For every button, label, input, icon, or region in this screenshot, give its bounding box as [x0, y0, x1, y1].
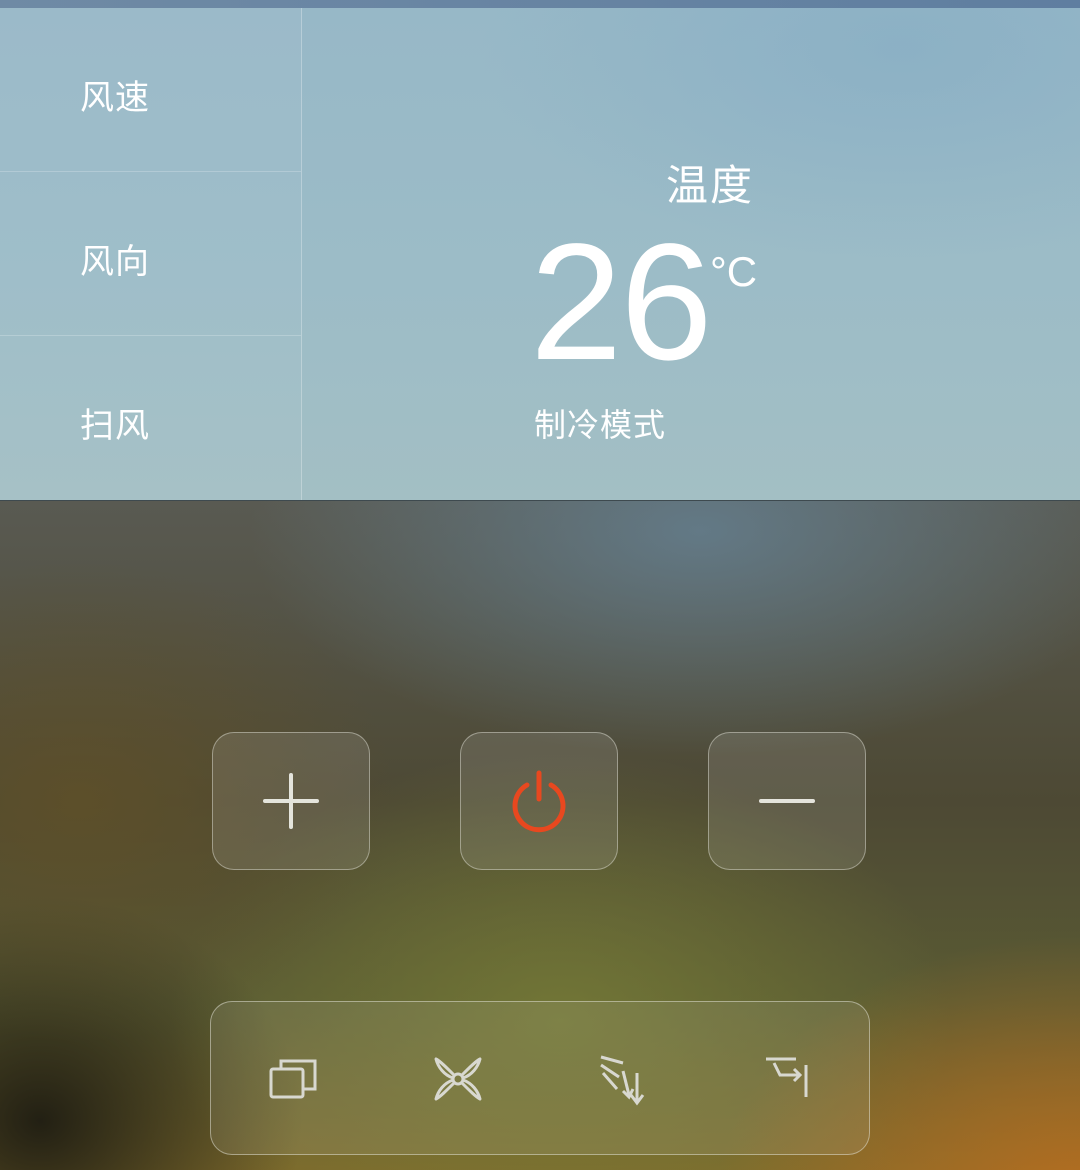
temperature-up-button[interactable]: [212, 732, 370, 870]
plus-icon: [263, 773, 319, 829]
power-icon: [512, 770, 566, 833]
remote-controls-panel: [0, 501, 1080, 1170]
mode-button[interactable]: [258, 1044, 328, 1114]
side-item-wind-speed[interactable]: 风速: [0, 8, 301, 172]
swing-button[interactable]: [753, 1044, 823, 1114]
airflow-direction-icon: [600, 1055, 645, 1106]
temperature-value: 26: [530, 210, 713, 395]
side-item-swing[interactable]: 扫风: [0, 336, 301, 500]
fan-icon: [434, 1057, 482, 1101]
side-menu: 风速 风向 扫风: [0, 8, 302, 500]
power-button[interactable]: [460, 732, 618, 870]
mode-label: 制冷模式: [534, 406, 667, 444]
minus-icon: [759, 799, 815, 803]
side-item-wind-direction[interactable]: 风向: [0, 172, 301, 336]
airflow-direction-button[interactable]: [588, 1044, 658, 1114]
climate-info-panel: 风速 风向 扫风 温度 26 °C 制冷模式: [0, 8, 1080, 501]
temperature-unit: °C: [710, 248, 758, 295]
side-item-label: 风向: [80, 242, 150, 282]
temperature-down-button[interactable]: [708, 732, 866, 870]
windows-stack-icon: [269, 1059, 317, 1099]
side-item-label: 风速: [80, 78, 150, 118]
swing-icon: [766, 1057, 808, 1097]
fan-button[interactable]: [423, 1044, 493, 1114]
temperature-title: 温度: [666, 161, 755, 210]
side-item-label: 扫风: [80, 406, 150, 446]
mode-toolbar: [210, 1001, 870, 1155]
